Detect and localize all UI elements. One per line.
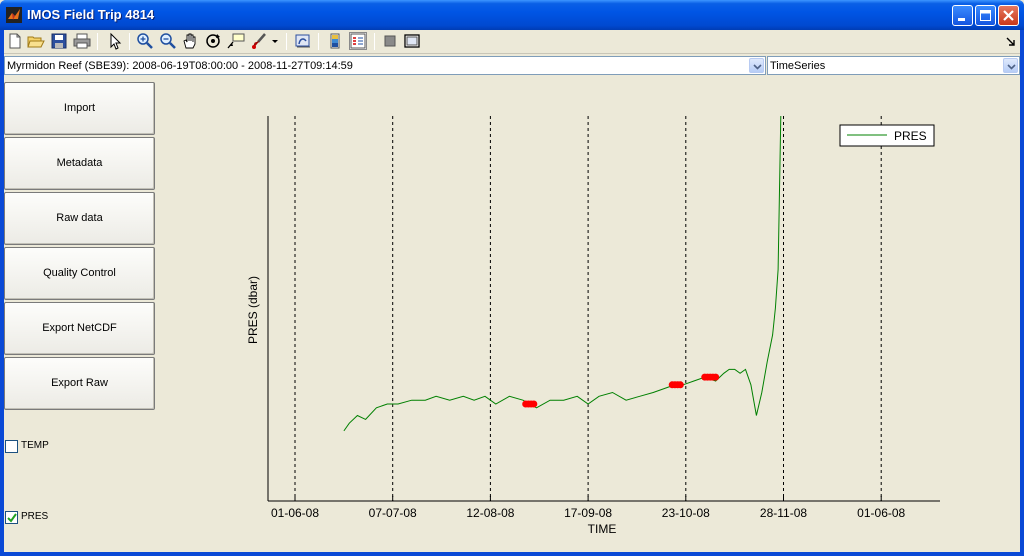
pres-time-series-chart[interactable]: 01-06-08 07-07-08 12-08-08 17-09-08 23-10-08… — [4, 30, 1020, 552]
x-tick-label: 07-07-08 — [369, 506, 417, 520]
series-line-pres[interactable] — [343, 115, 782, 432]
y-axis-label: PRES (dbar) — [246, 276, 260, 344]
x-tick-label: 01-06-08 — [857, 506, 905, 520]
close-button[interactable] — [998, 5, 1019, 26]
app-window: IMOS Field Trip 4814 Myrmidon Reef (SBE3… — [0, 0, 1024, 556]
flagged-point[interactable] — [676, 381, 684, 389]
legend-label-pres: PRES — [894, 129, 927, 143]
flagged-point[interactable] — [530, 400, 538, 408]
chart-axes — [267, 116, 940, 502]
x-tick-label: 28-11-08 — [760, 506, 807, 520]
maximize-button[interactable] — [975, 5, 996, 26]
series-layer — [343, 115, 782, 432]
flagged-points — [522, 373, 720, 408]
flagged-point[interactable] — [712, 373, 720, 381]
maximize-icon — [980, 10, 991, 21]
x-tick-label: 23-10-08 — [662, 506, 710, 520]
x-axis-label: TIME — [588, 522, 617, 536]
x-tick-label: 01-06-08 — [271, 506, 319, 520]
x-tick-labels: 01-06-08 07-07-08 12-08-08 17-09-08 23-10-08… — [271, 496, 906, 520]
minimize-button[interactable] — [952, 5, 973, 26]
minimize-icon — [958, 18, 965, 21]
chart-legend[interactable]: PRES — [839, 124, 935, 147]
close-icon — [1003, 10, 1014, 21]
window-title: IMOS Field Trip 4814 — [27, 7, 155, 22]
x-tick-label: 12-08-08 — [466, 506, 514, 520]
grid-lines — [294, 116, 882, 501]
x-tick-label: 17-09-08 — [564, 506, 612, 520]
client-area: Myrmidon Reef (SBE39): 2008-06-19T08:00:… — [4, 30, 1020, 552]
matlab-icon — [6, 7, 22, 23]
title-bar[interactable]: IMOS Field Trip 4814 — [0, 0, 1024, 30]
